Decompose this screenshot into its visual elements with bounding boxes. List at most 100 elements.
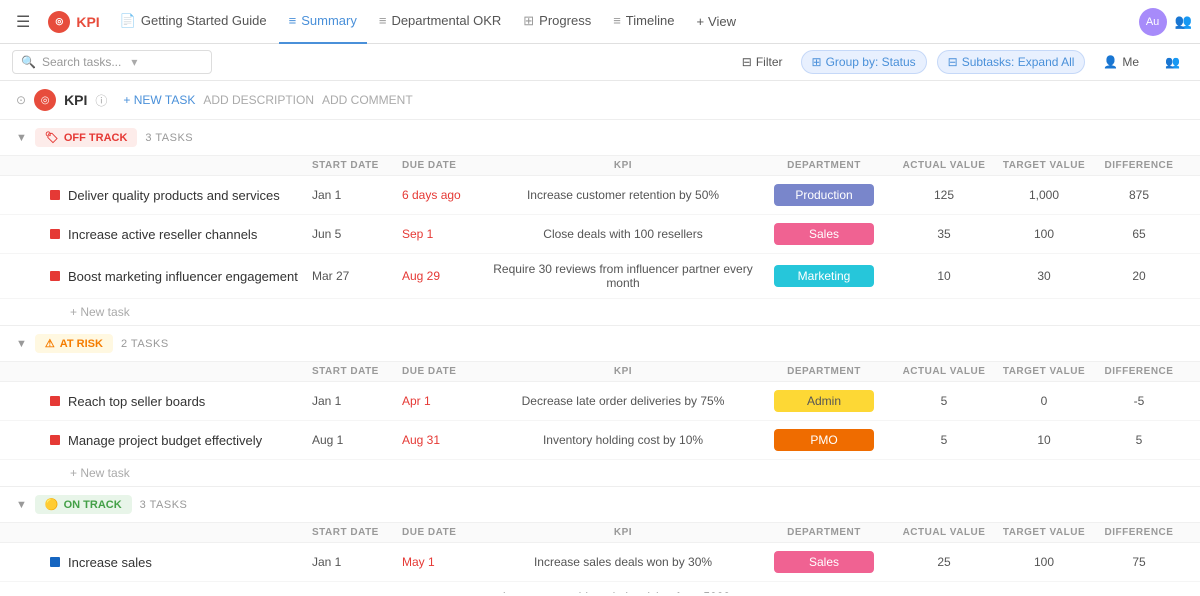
start-date: Jun 5: [312, 227, 402, 241]
dept-cell: Sales: [754, 223, 894, 245]
section-on-track: ▼ 🟡 ON TRACK 3 TASKS START DATE DUE DATE…: [0, 487, 1200, 593]
section-off-track-header[interactable]: ▼ 🏷 OFF TRACK 3 TASKS: [0, 120, 1200, 155]
section-off-track: ▼ 🏷 OFF TRACK 3 TASKS START DATE DUE DAT…: [0, 120, 1200, 326]
hamburger-icon[interactable]: ☰: [8, 8, 38, 36]
tab-timeline[interactable]: ≡ Timeline: [603, 0, 684, 44]
section-on-track-header[interactable]: ▼ 🟡 ON TRACK 3 TASKS: [0, 487, 1200, 522]
diff-value: 20: [1094, 269, 1184, 283]
table-row[interactable]: Increase sales Jan 1 May 1 Increase sale…: [0, 543, 1200, 582]
main-content: ▼ 🏷 OFF TRACK 3 TASKS START DATE DUE DAT…: [0, 120, 1200, 593]
toolbar-right: ⊟ Filter ⊞ Group by: Status ⊟ Subtasks: …: [734, 50, 1188, 74]
task-name-cell: Manage project budget effectively: [50, 433, 312, 448]
subtasks-icon: ⊟: [948, 55, 958, 69]
task-bullet: [50, 190, 60, 200]
task-bullet: [50, 271, 60, 281]
task-name-cell: Reach top seller boards: [50, 394, 312, 409]
task-name-cell: Deliver quality products and services: [50, 188, 312, 203]
table-row[interactable]: Boost marketing influencer engagement Ma…: [0, 254, 1200, 299]
start-date: Jan 1: [312, 188, 402, 202]
logo-text: KPI: [76, 14, 99, 30]
dept-cell: Production: [754, 184, 894, 206]
add-view-button[interactable]: + View: [686, 14, 746, 29]
table-row[interactable]: Deliver quality products and services Ja…: [0, 176, 1200, 215]
kpi-title: KPI: [64, 92, 87, 108]
dropdown-icon: ▾: [131, 55, 137, 69]
tab-summary[interactable]: ≡ Summary: [279, 0, 367, 44]
kpi-section-header: ⊙ ◎ KPI ⓘ + NEW TASK ADD DESCRIPTION ADD…: [0, 81, 1200, 120]
new-task-off-track[interactable]: + New task: [0, 299, 1200, 325]
table-row[interactable]: Manage project budget effectively Aug 1 …: [0, 421, 1200, 460]
off-track-badge: 🏷 OFF TRACK: [35, 128, 138, 147]
off-track-count: 3 TASKS: [145, 132, 193, 144]
at-risk-count: 2 TASKS: [121, 338, 169, 350]
actual-value: 10: [894, 269, 994, 283]
diff-value: 65: [1094, 227, 1184, 241]
target-value: 30: [994, 269, 1094, 283]
add-description-action[interactable]: ADD DESCRIPTION: [203, 93, 314, 107]
table-header-on-track: START DATE DUE DATE KPI DEPARTMENT ACTUA…: [0, 522, 1200, 543]
table-row[interactable]: Increase active reseller channels Jun 5 …: [0, 215, 1200, 254]
new-task-at-risk[interactable]: + New task: [0, 460, 1200, 486]
subtasks-button[interactable]: ⊟ Subtasks: Expand All: [937, 50, 1086, 74]
dept-cell: Marketing: [754, 265, 894, 287]
target-value: 1,000: [994, 188, 1094, 202]
dept-badge: Admin: [774, 390, 874, 412]
toolbar: 🔍 Search tasks... ▾ ⊟ Filter ⊞ Group by:…: [0, 44, 1200, 81]
kpi-info-icon[interactable]: ⓘ: [95, 92, 107, 109]
chevron-down-icon: ▼: [16, 499, 27, 511]
section-at-risk-header[interactable]: ▼ ⚠ AT RISK 2 TASKS: [0, 326, 1200, 361]
group-by-button[interactable]: ⊞ Group by: Status: [801, 50, 927, 74]
due-date: 6 days ago: [402, 188, 492, 202]
at-risk-icon: ⚠: [45, 337, 55, 350]
col-due-date: DUE DATE: [402, 160, 492, 171]
task-bullet: [50, 435, 60, 445]
dept-cell: Sales: [754, 551, 894, 573]
add-comment-action[interactable]: ADD COMMENT: [322, 93, 413, 107]
users-icon[interactable]: 👥: [1175, 13, 1192, 30]
me-icon: 👤: [1103, 55, 1118, 69]
section-at-risk: ▼ ⚠ AT RISK 2 TASKS START DATE DUE DATE …: [0, 326, 1200, 487]
dept-badge: Sales: [774, 551, 874, 573]
filter-icon: ⊟: [742, 55, 752, 69]
users-button[interactable]: 👥: [1157, 51, 1188, 73]
dept-badge: Sales: [774, 223, 874, 245]
table-header-at-risk: START DATE DUE DATE KPI DEPARTMENT ACTUA…: [0, 361, 1200, 382]
top-nav: ☰ ◎ KPI 📄 Getting Started Guide ≡ Summar…: [0, 0, 1200, 44]
chevron-down-icon: ▼: [16, 132, 27, 144]
col-department: DEPARTMENT: [754, 160, 894, 171]
table-row[interactable]: Reach top seller boards Jan 1 Apr 1 Decr…: [0, 382, 1200, 421]
target-value: 100: [994, 227, 1094, 241]
col-actual: ACTUAL VALUE: [894, 160, 994, 171]
user-avatar[interactable]: Au: [1139, 8, 1167, 36]
chevron-down-icon: ▼: [16, 338, 27, 350]
tab-departmental-okr[interactable]: ≡ Departmental OKR: [369, 0, 511, 44]
actual-value: 125: [894, 188, 994, 202]
tab-getting-started[interactable]: 📄 Getting Started Guide: [110, 0, 277, 44]
dept-cell: PMO: [754, 429, 894, 451]
kpi-value: Close deals with 100 resellers: [492, 227, 754, 241]
col-diff: DIFFERENCE: [1094, 160, 1184, 171]
on-track-count: 3 TASKS: [140, 499, 188, 511]
off-track-icon: 🏷: [45, 131, 59, 144]
new-task-action[interactable]: + NEW TASK: [123, 93, 195, 107]
search-input[interactable]: 🔍 Search tasks... ▾: [12, 50, 212, 74]
dept-badge: PMO: [774, 429, 874, 451]
task-bullet: [50, 396, 60, 406]
col-kpi: KPI: [492, 160, 754, 171]
at-risk-badge: ⚠ AT RISK: [35, 334, 113, 353]
tab-progress[interactable]: ⊞ Progress: [513, 0, 601, 44]
users-icon: 👥: [1165, 55, 1180, 69]
table-row[interactable]: Create new campaign identity Aug 1 Sep 1…: [0, 582, 1200, 593]
start-date: Mar 27: [312, 269, 402, 283]
task-bullet: [50, 229, 60, 239]
kpi-value: Require 30 reviews from influencer partn…: [492, 262, 754, 290]
search-icon: 🔍: [21, 55, 36, 69]
filter-button[interactable]: ⊟ Filter: [734, 51, 791, 73]
task-name-cell: Increase active reseller channels: [50, 227, 312, 242]
due-date: Sep 1: [402, 227, 492, 241]
kpi-value: Increase customer retention by 50%: [492, 188, 754, 202]
nav-right: Au 👥: [1139, 8, 1192, 36]
actual-value: 35: [894, 227, 994, 241]
me-button[interactable]: 👤 Me: [1095, 51, 1147, 73]
kpi-collapse-btn[interactable]: ⊙: [16, 93, 26, 107]
